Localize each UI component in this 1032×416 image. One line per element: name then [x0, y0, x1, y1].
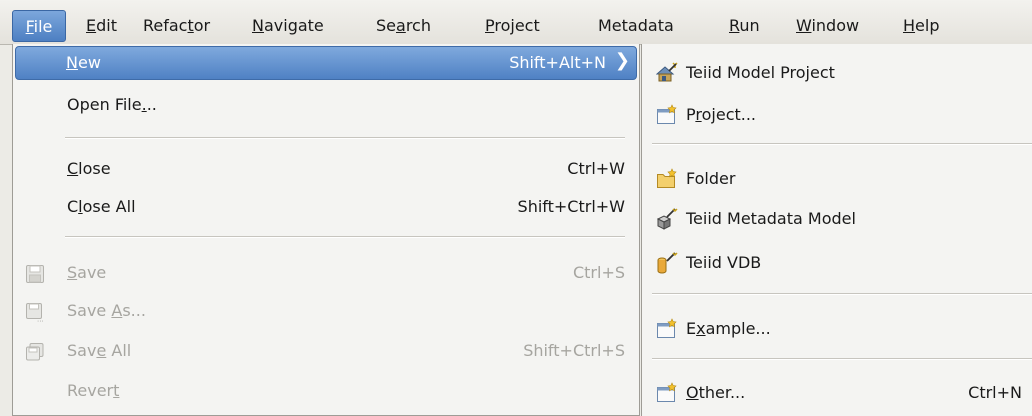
- submenu-item-teiid-metadata-model[interactable]: Teiid Metadata Model: [642, 200, 1032, 238]
- submenu-item-other[interactable]: Other... Ctrl+N: [642, 374, 1032, 412]
- menu-run[interactable]: Run: [729, 14, 760, 38]
- new-submenu: Teiid Model Project Project... Folder Te…: [641, 44, 1032, 416]
- submenu-item-teiid-vdb[interactable]: Teiid VDB: [642, 244, 1032, 282]
- teiid-vdb-label: Teiid VDB: [686, 253, 762, 272]
- submenu-item-example[interactable]: Example...: [642, 310, 1032, 348]
- new-folder-icon: [656, 168, 678, 190]
- menu-item-close[interactable]: Close Ctrl+W: [13, 152, 639, 188]
- svg-text:...: ...: [37, 316, 44, 323]
- separator: [65, 137, 625, 139]
- save-all-label: Save All: [67, 341, 132, 360]
- menu-search[interactable]: Search: [376, 14, 431, 38]
- save-label: Save: [67, 263, 107, 282]
- teiid-model-project-icon: [655, 62, 678, 84]
- menu-item-save[interactable]: Save Ctrl+S: [13, 256, 639, 292]
- menu-project[interactable]: Project: [485, 14, 540, 38]
- teiid-metadata-model-icon: [656, 208, 678, 230]
- new-accelerator: Shift+Alt+N: [509, 53, 606, 72]
- project-label: Project...: [686, 105, 757, 124]
- menu-item-save-as[interactable]: ... Save As...: [13, 294, 639, 330]
- menu-refactor[interactable]: Refactor: [143, 14, 210, 38]
- new-example-icon: [656, 318, 678, 340]
- menu-item-open-file[interactable]: Open File...: [13, 88, 639, 124]
- close-all-label: Close All: [67, 197, 136, 216]
- submenu-arrow-icon: ❯: [614, 50, 630, 71]
- file-menu-dropdown: New Shift+Alt+N ❯ Open File... Close Ctr…: [12, 44, 640, 416]
- new-project-icon: [656, 104, 678, 126]
- save-as-icon: ...: [25, 302, 45, 324]
- teiid-model-project-label: Teiid Model Project: [686, 63, 835, 82]
- submenu-item-teiid-model-project[interactable]: Teiid Model Project: [642, 54, 1032, 92]
- menu-item-close-all[interactable]: Close All Shift+Ctrl+W: [13, 190, 639, 226]
- menu-window[interactable]: Window: [796, 14, 859, 38]
- example-label: Example...: [686, 319, 771, 338]
- teiid-metadata-model-label: Teiid Metadata Model: [686, 209, 856, 228]
- folder-label: Folder: [686, 169, 736, 188]
- save-as-label: Save As...: [67, 301, 146, 320]
- other-label: Other...: [686, 383, 746, 402]
- separator: [65, 236, 625, 238]
- menu-file[interactable]: File: [12, 10, 66, 42]
- separator: [652, 358, 1032, 360]
- submenu-item-folder[interactable]: Folder: [642, 160, 1032, 198]
- menu-help[interactable]: Help: [903, 14, 939, 38]
- open-file-label: Open File...: [67, 95, 157, 114]
- save-all-accelerator: Shift+Ctrl+S: [523, 341, 625, 360]
- menu-item-new[interactable]: New Shift+Alt+N ❯: [15, 46, 637, 80]
- teiid-vdb-icon: [656, 252, 678, 274]
- new-other-icon: [656, 382, 678, 404]
- other-accelerator: Ctrl+N: [968, 383, 1022, 402]
- menu-item-revert[interactable]: Revert: [13, 374, 639, 410]
- save-accelerator: Ctrl+S: [572, 263, 625, 282]
- revert-label: Revert: [67, 381, 120, 400]
- separator: [652, 143, 1032, 145]
- separator: [652, 293, 1032, 295]
- menu-metadata[interactable]: Metadata: [598, 14, 674, 38]
- new-label: New: [66, 53, 101, 72]
- close-accelerator: Ctrl+W: [567, 159, 625, 178]
- menu-item-save-all[interactable]: Save All Shift+Ctrl+S: [13, 334, 639, 370]
- close-all-accelerator: Shift+Ctrl+W: [517, 197, 625, 216]
- save-all-icon: [25, 342, 45, 362]
- menu-bar: File Edit Refactor Navigate Search Proje…: [0, 0, 1032, 45]
- save-icon: [25, 264, 45, 284]
- close-label: Close: [67, 159, 111, 178]
- menu-edit[interactable]: Edit: [86, 14, 117, 38]
- submenu-item-project[interactable]: Project...: [642, 96, 1032, 134]
- menu-navigate[interactable]: Navigate: [252, 14, 324, 38]
